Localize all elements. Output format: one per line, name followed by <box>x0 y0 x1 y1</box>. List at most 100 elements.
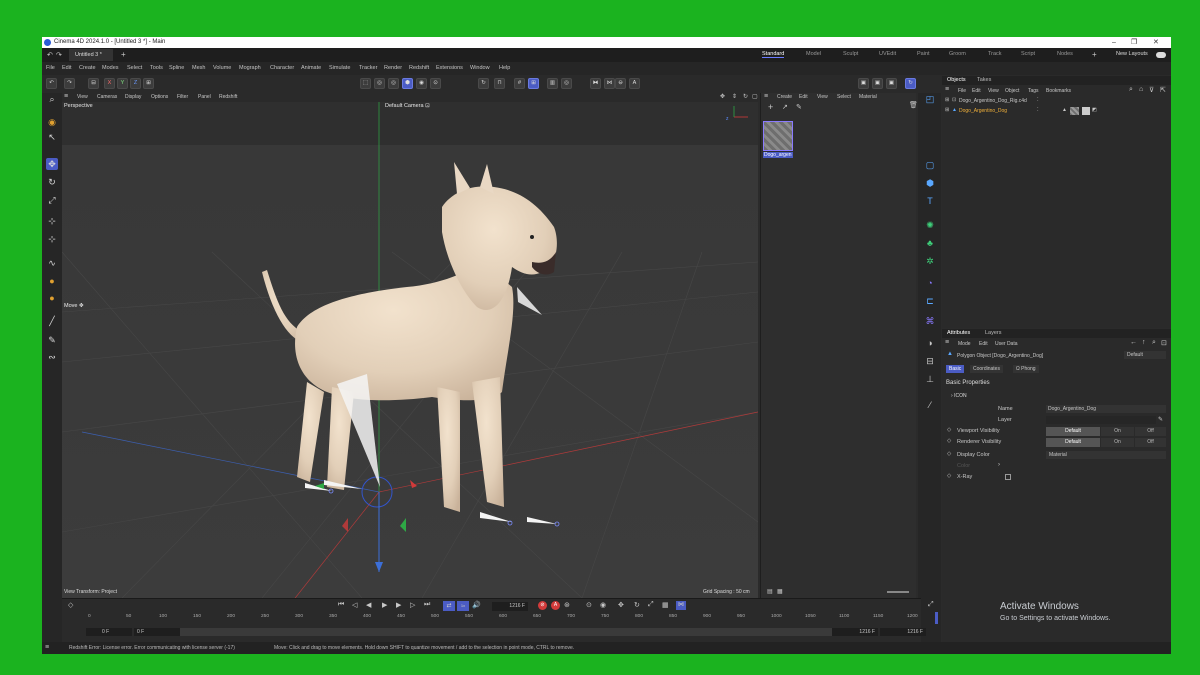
create-field-icon[interactable]: ⊏ <box>924 295 936 307</box>
points-mode-icon[interactable]: ⬚ <box>360 78 371 89</box>
keyframe-icon[interactable]: ◇ <box>947 427 951 433</box>
layout-paint[interactable]: Paint <box>917 51 930 57</box>
minimize-button[interactable]: – <box>1112 37 1116 48</box>
viewport-menu-icon[interactable]: ≡ <box>64 93 68 100</box>
object-row-mesh[interactable]: ⊞ ▲ Dogo_Argentino_Dog ⁚ ▲ ◩ <box>942 107 1171 116</box>
attributes-menu-icon[interactable]: ≡ <box>945 339 949 346</box>
viewport-menu-display[interactable]: Display <box>125 94 141 100</box>
redshift-icon[interactable]: ↻ <box>905 78 916 89</box>
menu-select[interactable]: Select <box>127 65 142 71</box>
matmgr-menu-material[interactable]: Material <box>859 94 877 100</box>
prev-key-icon[interactable]: ◁ <box>352 601 357 609</box>
create-deformer-icon[interactable]: ◔ <box>924 277 936 289</box>
tab-document[interactable]: Untitled 3 * <box>69 49 113 61</box>
tab-attributes[interactable]: Attributes <box>947 330 970 336</box>
keyframe-icon[interactable]: ◇ <box>947 473 951 479</box>
viewport-camera-label[interactable]: Default Camera ⊡ <box>385 103 430 109</box>
matmgr-menu-edit[interactable]: Edit <box>799 94 808 100</box>
menu-create[interactable]: Create <box>79 65 96 71</box>
layout-groom[interactable]: Groom <box>949 51 966 57</box>
undo-icon[interactable]: ↶ <box>47 51 53 59</box>
display-color-dropdown[interactable]: Material <box>1046 451 1166 459</box>
record-rot-icon[interactable]: ◉ <box>600 601 606 609</box>
tab-objects[interactable]: Objects <box>947 77 966 83</box>
render-view-icon[interactable]: ▣ <box>858 78 869 89</box>
knife-icon[interactable]: ∿ <box>46 257 58 269</box>
viewport-menu-cameras[interactable]: Cameras <box>97 94 117 100</box>
symmetry-icon[interactable]: ⧓ <box>590 78 601 89</box>
expand-icon[interactable]: ⊞ <box>945 107 949 113</box>
menu-file[interactable]: File <box>46 65 55 71</box>
close-button[interactable]: ✕ <box>1153 37 1159 48</box>
attributes-search-icon[interactable]: ⌕ <box>1152 339 1156 347</box>
layout-model[interactable]: Model <box>806 51 821 57</box>
matmgr-menu-icon[interactable]: ≡ <box>764 93 768 100</box>
edges-mode-icon[interactable]: ◎ <box>374 78 385 89</box>
axis-tool-icon[interactable]: ⊹ <box>46 233 58 245</box>
menu-edit[interactable]: Edit <box>62 65 71 71</box>
auto-icon[interactable]: A <box>629 78 640 89</box>
objects-menu-icon[interactable]: ≡ <box>945 86 949 93</box>
matmgr-view-list-icon[interactable]: ▤ <box>767 588 773 595</box>
snap-icon[interactable]: ↻ <box>478 78 489 89</box>
playhead[interactable] <box>935 612 938 624</box>
viewport-menu-panel[interactable]: Panel <box>198 94 211 100</box>
record-pos-icon[interactable]: ⊙ <box>586 601 592 609</box>
sculpt-icon[interactable]: ● <box>46 292 58 304</box>
menu-window[interactable]: Window <box>470 65 490 71</box>
matmgr-arrow-icon[interactable]: ↗ <box>782 103 788 111</box>
preset-dropdown[interactable]: Default <box>1124 351 1166 359</box>
grid-snap-icon[interactable]: # <box>514 78 525 89</box>
menu-character[interactable]: Character <box>270 65 294 71</box>
matmgr-add-icon[interactable]: + <box>768 102 773 112</box>
record-icon[interactable]: ⊘ <box>538 601 547 610</box>
goto-start-icon[interactable]: ⏮ <box>338 601 344 609</box>
objects-menu-view[interactable]: View <box>988 88 999 94</box>
end-frame2-field[interactable]: 1216 F <box>880 628 926 636</box>
record-pla-icon[interactable]: ⋈ <box>676 601 686 610</box>
color-expand-icon[interactable]: › <box>998 462 1000 468</box>
create-misc-icon[interactable]: ⁄ <box>924 399 936 411</box>
create-generator-icon[interactable]: ✺ <box>924 219 936 231</box>
timeline-expand-icon[interactable]: ⤢ <box>928 601 934 609</box>
lock-axis-icon[interactable]: ⊟ <box>88 78 99 89</box>
create-light-icon[interactable]: ◑ <box>924 337 936 349</box>
attributes-lock-icon[interactable]: ⊡ <box>1161 339 1167 347</box>
texture-mode-icon[interactable]: ⊙ <box>430 78 441 89</box>
rotate-tool-icon[interactable]: ↻ <box>46 176 58 188</box>
range-bar[interactable] <box>180 628 876 636</box>
viewport-visibility-off[interactable]: Off <box>1135 427 1166 436</box>
start-frame2-field[interactable]: 0 F <box>134 628 180 636</box>
menu-tools[interactable]: Tools <box>150 65 163 71</box>
menu-mesh[interactable]: Mesh <box>192 65 205 71</box>
object-visibility-icon[interactable]: ⁚ <box>1037 107 1039 113</box>
material-tag-icon[interactable] <box>1070 107 1079 115</box>
axis-y-button[interactable]: Y <box>117 78 128 89</box>
menu-tracker[interactable]: Tracker <box>359 65 377 71</box>
create-plane-icon[interactable]: ▢ <box>924 159 936 171</box>
material-name[interactable]: Dogo_argen <box>763 152 793 158</box>
workplane-icon[interactable]: ⊓ <box>494 78 505 89</box>
layer-field[interactable] <box>1046 416 1156 424</box>
object-visibility-icon[interactable]: ⁚ <box>1037 97 1039 103</box>
paint-icon[interactable]: ● <box>46 275 58 287</box>
viewport-visibility-default[interactable]: Default <box>1046 427 1100 436</box>
live-select-icon[interactable]: ◉ <box>46 116 58 128</box>
attributes-up-icon[interactable]: ↑ <box>1142 339 1146 346</box>
record-move-icon[interactable]: ✥ <box>618 601 624 609</box>
autokey-icon[interactable]: A <box>551 601 560 610</box>
name-field[interactable]: Dogo_Argentino_Dog <box>1046 405 1166 413</box>
loop-icon[interactable]: ⇄ <box>443 601 455 611</box>
objects-search-icon[interactable]: ⌕ <box>1129 86 1133 94</box>
subtab-coordinates[interactable]: Coordinates <box>970 365 1003 373</box>
matmgr-menu-view[interactable]: View <box>817 94 828 100</box>
new-layouts-toggle[interactable] <box>1156 52 1166 58</box>
viewport-visibility-on[interactable]: On <box>1101 427 1134 436</box>
polygons-mode-icon[interactable]: ◎ <box>388 78 399 89</box>
status-menu-icon[interactable]: ≡ <box>45 642 49 654</box>
move-tool-icon[interactable]: ✥ <box>46 158 58 170</box>
objects-menu-tags[interactable]: Tags <box>1028 88 1039 94</box>
menu-redshift[interactable]: Redshift <box>409 65 429 71</box>
subtab-phong[interactable]: Ω Phong <box>1013 365 1039 373</box>
transform-tool-icon[interactable]: ⊹ <box>46 215 58 227</box>
